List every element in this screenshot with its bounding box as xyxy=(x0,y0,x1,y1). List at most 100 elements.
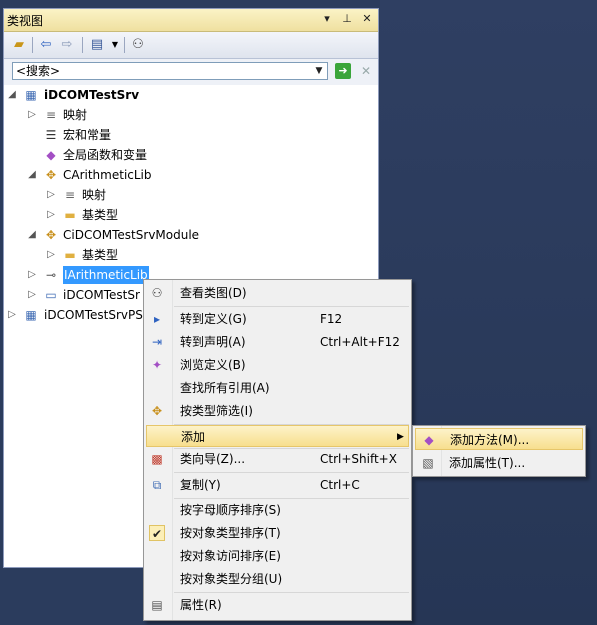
menu-item-shortcut: Ctrl+Alt+F12 xyxy=(320,335,400,349)
tree-node-library[interactable]: ▷ ▭ iDCOMTestSr xyxy=(4,285,144,305)
tree-node-label-selected: IArithmeticLib xyxy=(62,265,150,285)
menu-item-shortcut: Ctrl+Shift+X xyxy=(320,452,397,466)
submenu-arrow-icon: ▶ xyxy=(397,432,404,442)
tree-node-label: iDCOMTestSrv xyxy=(44,88,140,102)
menu-separator xyxy=(174,592,409,593)
tree-node-macros[interactable]: ☰ 宏和常量 xyxy=(4,125,374,145)
search-input[interactable]: <搜索> ▼ xyxy=(12,62,328,80)
panel-titlebar: 类视图 ▾ ⊥ ✕ xyxy=(4,9,378,32)
chevron-down-icon[interactable]: ◢ xyxy=(26,225,38,245)
menu-item-class-wizard[interactable]: ▩ 类向导(Z)... Ctrl+Shift+X xyxy=(146,448,409,470)
tree-node-base-types[interactable]: ▷ ▬ 基类型 xyxy=(4,205,374,225)
chevron-down-icon[interactable]: ▼ xyxy=(106,36,124,54)
menu-item-go-to-definition[interactable]: ▸ 转到定义(G) F12 xyxy=(146,308,409,330)
add-method-icon: ◆ xyxy=(424,433,434,447)
tree-node-project[interactable]: ▷ ▦ iDCOMTestSrvPS xyxy=(4,305,144,325)
tree-node-label: 宏和常量 xyxy=(63,128,112,142)
tree-node-base-types[interactable]: ▷ ▬ 基类型 xyxy=(4,245,374,265)
chevron-right-icon[interactable]: ▷ xyxy=(6,305,18,325)
tree-node-label: CArithmeticLib xyxy=(63,168,152,182)
chevron-down-icon[interactable]: ◢ xyxy=(26,165,38,185)
tree-node-label: 映射 xyxy=(82,188,107,202)
close-icon[interactable]: ✕ xyxy=(360,11,374,27)
chevron-right-icon[interactable]: ▷ xyxy=(26,265,38,285)
menu-item-view-class-diagram[interactable]: ⚇ 查看类图(D) xyxy=(146,282,409,304)
properties-icon: ▤ xyxy=(151,598,163,612)
global-function-icon: ◆ xyxy=(46,148,56,162)
menu-item-find-all-references[interactable]: 查找所有引用(A) xyxy=(146,377,409,399)
menu-item-label: 转到声明(A) xyxy=(180,335,246,349)
class-diagram-icon[interactable]: ⚇ xyxy=(129,36,147,54)
menu-item-browse-definition[interactable]: ✦ 浏览定义(B) xyxy=(146,354,409,376)
browse-definition-icon: ✦ xyxy=(151,358,163,372)
chevron-right-icon[interactable]: ▷ xyxy=(26,285,38,305)
menu-item-group-by-object-type[interactable]: 按对象类型分组(U) xyxy=(146,568,409,590)
menu-item-properties[interactable]: ▤ 属性(R) xyxy=(146,594,409,616)
tree-node-class[interactable]: ◢ ✥ CArithmeticLib xyxy=(4,165,374,185)
tree-node-class[interactable]: ◢ ✥ CiDCOMTestSrvModule xyxy=(4,225,374,245)
class-diagram-icon: ⚇ xyxy=(151,286,163,300)
menu-item-sort-by-object-access[interactable]: 按对象访问排序(E) xyxy=(146,545,409,567)
menu-item-label: 按字母顺序排序(S) xyxy=(180,503,281,517)
library-icon: ▭ xyxy=(45,288,57,302)
project-icon: ▦ xyxy=(25,308,37,322)
chevron-down-icon[interactable]: ◢ xyxy=(6,85,18,105)
tree-node-label: iDCOMTestSrvPS xyxy=(44,308,143,322)
chevron-right-icon[interactable]: ▷ xyxy=(45,205,57,225)
search-go-icon[interactable]: ➜ xyxy=(335,63,351,79)
menu-item-label: 复制(Y) xyxy=(180,478,221,492)
class-icon: ✥ xyxy=(45,168,57,182)
chevron-right-icon[interactable]: ▷ xyxy=(26,105,38,125)
folder-icon: ▬ xyxy=(64,248,76,262)
tree-node-globals[interactable]: ◆ 全局函数和变量 xyxy=(4,145,374,165)
class-icon: ✥ xyxy=(45,228,57,242)
map-icon: ≡ xyxy=(64,188,76,202)
menu-item-label: 按对象类型排序(T) xyxy=(180,526,281,540)
filter-icon: ✥ xyxy=(151,404,163,418)
settings-list-icon[interactable]: ▤ xyxy=(88,36,106,54)
tree-node-maps[interactable]: ▷ ≡ 映射 xyxy=(4,185,374,205)
chevron-right-icon[interactable]: ▷ xyxy=(45,245,57,265)
search-row: <搜索> ▼ ➜ ✕ xyxy=(4,59,378,85)
toolbar-separator xyxy=(124,37,125,53)
tree-node-label: iDCOMTestSr xyxy=(63,288,140,302)
chevron-right-icon[interactable]: ▷ xyxy=(45,185,57,205)
submenu-item-add-property[interactable]: ▧ 添加属性(T)... xyxy=(415,452,583,474)
menu-item-go-to-declaration[interactable]: ⇥ 转到声明(A) Ctrl+Alt+F12 xyxy=(146,331,409,353)
menu-separator xyxy=(174,306,409,307)
menu-item-copy[interactable]: ⧉ 复制(Y) Ctrl+C xyxy=(146,474,409,496)
map-icon: ≡ xyxy=(45,108,57,122)
go-to-declaration-icon: ⇥ xyxy=(151,335,163,349)
submenu-item-label: 添加属性(T)... xyxy=(449,456,526,470)
add-submenu: ◆ 添加方法(M)... ▧ 添加属性(T)... xyxy=(412,425,586,477)
pin-icon[interactable]: ⊥ xyxy=(340,11,354,27)
menu-item-shortcut: Ctrl+C xyxy=(320,478,360,492)
new-folder-icon[interactable]: ▰ xyxy=(10,36,28,54)
chevron-down-icon[interactable]: ▼ xyxy=(313,64,325,78)
menu-item-label: 添加 xyxy=(181,430,206,444)
context-menu: ⚇ 查看类图(D) ▸ 转到定义(G) F12 ⇥ 转到声明(A) Ctrl+A… xyxy=(143,279,412,621)
menu-item-label: 类向导(Z)... xyxy=(180,452,246,466)
menu-item-label: 属性(R) xyxy=(180,598,222,612)
menu-item-sort-alphabetically[interactable]: 按字母顺序排序(S) xyxy=(146,499,409,521)
window-position-dropdown-icon[interactable]: ▾ xyxy=(320,11,334,27)
toolbar-separator xyxy=(82,37,83,53)
submenu-item-add-method[interactable]: ◆ 添加方法(M)... xyxy=(415,428,583,450)
back-arrow-icon[interactable]: ⇦ xyxy=(37,36,55,54)
menu-item-label: 查找所有引用(A) xyxy=(180,381,270,395)
menu-item-filter-by-type[interactable]: ✥ 按类型筛选(I) xyxy=(146,400,409,422)
menu-item-label: 查看类图(D) xyxy=(180,286,247,300)
tree-node-label: 全局函数和变量 xyxy=(63,148,148,162)
panel-title: 类视图 xyxy=(7,14,44,28)
menu-item-label: 按类型筛选(I) xyxy=(180,404,253,418)
menu-item-label: 按对象类型分组(U) xyxy=(180,572,283,586)
menu-item-sort-by-object-type[interactable]: ✔ 按对象类型排序(T) xyxy=(146,522,409,544)
menu-item-label: 浏览定义(B) xyxy=(180,358,246,372)
tree-node-label: 基类型 xyxy=(82,208,119,222)
menu-item-add[interactable]: 添加 ▶ xyxy=(146,425,409,447)
menu-item-shortcut: F12 xyxy=(320,312,343,326)
tree-node-maps[interactable]: ▷ ≡ 映射 xyxy=(4,105,374,125)
tree-node-project[interactable]: ◢ ▦ iDCOMTestSrv xyxy=(4,85,374,105)
clear-search-icon[interactable]: ✕ xyxy=(358,63,374,79)
forward-arrow-icon[interactable]: ⇨ xyxy=(58,36,76,54)
